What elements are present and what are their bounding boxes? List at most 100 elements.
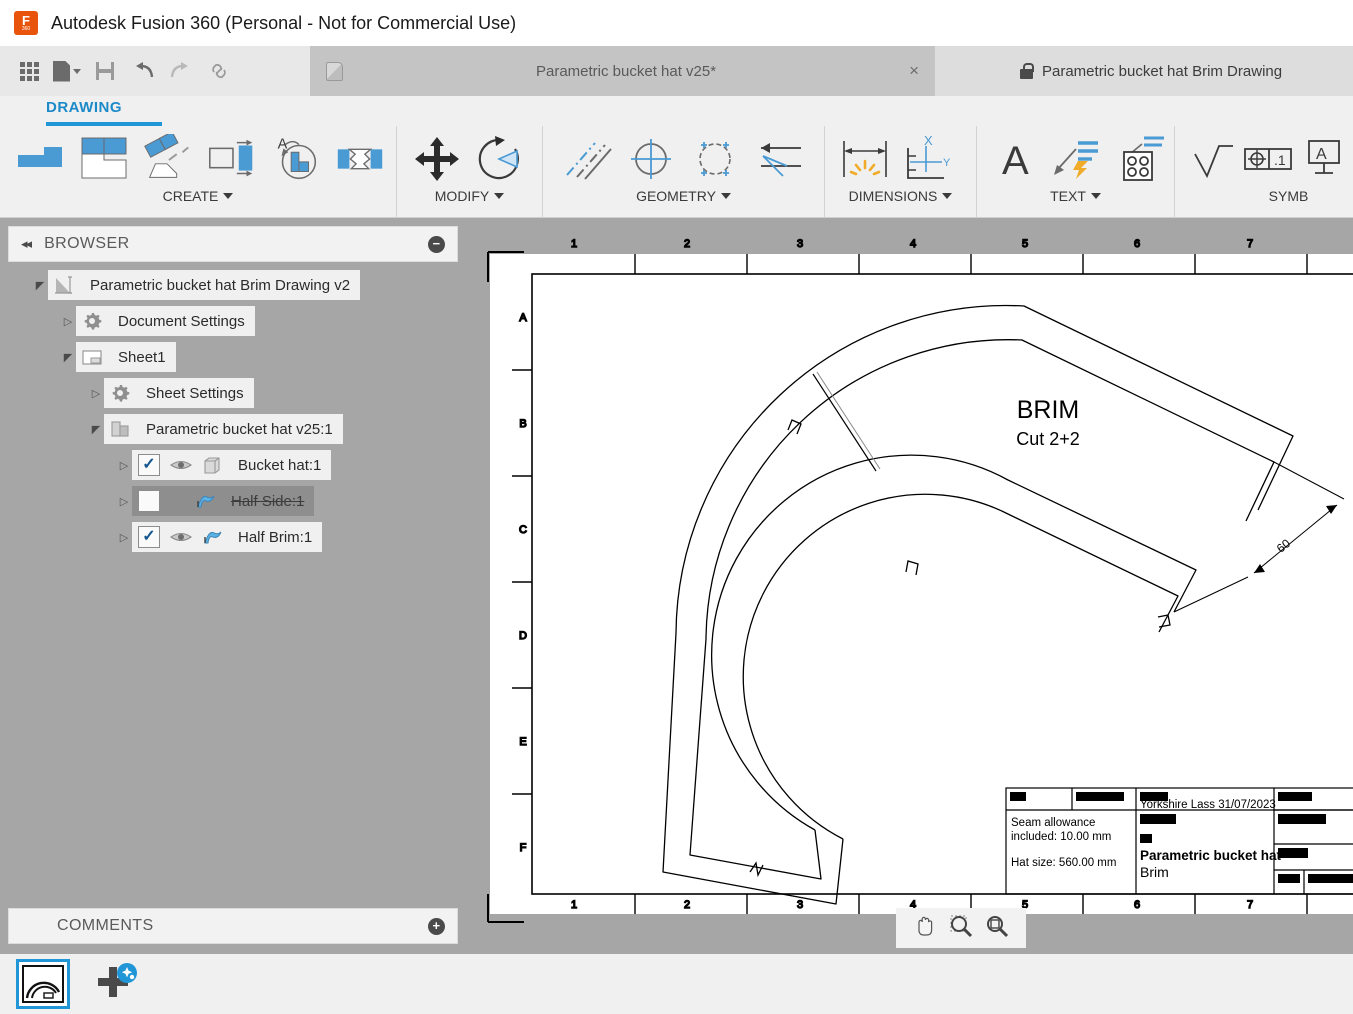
rotate-icon[interactable] [471,131,527,187]
center-mark-icon[interactable] [623,131,679,187]
bolt-circle-centermark-icon[interactable] [687,131,743,187]
leader-text-icon[interactable] [1048,131,1104,187]
expand-arrow-closed-icon[interactable]: ▷ [60,315,76,328]
svg-text:3: 3 [797,238,803,250]
feature-control-frame-icon[interactable]: .1 [1241,131,1297,187]
drawing-sheet-svg: 1 2 3 4 5 6 7 1 2 3 4 5 6 7 [468,222,1353,954]
tree-item-label: Parametric bucket hat Brim Drawing v2 [80,277,360,294]
expand-arrow-open-icon[interactable]: ◤ [60,351,76,364]
app-grid-icon[interactable] [12,54,46,88]
visibility-checkbox[interactable]: ✓ [138,454,160,476]
new-document-icon[interactable] [50,54,84,88]
view-sublabel: Cut 2+2 [1016,429,1080,449]
detail-view-icon[interactable]: A [268,131,324,187]
chevron-down-icon[interactable] [942,193,952,199]
tab-label: Parametric bucket hat Brim Drawing [1042,63,1282,80]
undo-icon[interactable] [126,54,160,88]
tab-brim-drawing[interactable]: Parametric bucket hat Brim Drawing [935,46,1353,96]
tree-item-label: Sheet Settings [136,385,254,402]
svg-text:6: 6 [1134,238,1140,250]
share-link-icon[interactable] [202,54,236,88]
chevron-down-icon[interactable] [1091,193,1101,199]
dimension-icon[interactable] [837,131,893,187]
eye-icon[interactable] [169,458,193,472]
move-icon[interactable] [409,131,465,187]
save-icon[interactable] [88,54,122,88]
centerline-icon[interactable] [559,131,615,187]
table-icon[interactable] [1110,131,1166,187]
redo-icon[interactable] [164,54,198,88]
text-icon[interactable]: A [989,131,1042,187]
tree-item-label: Half Brim:1 [228,529,322,546]
expand-arrow-closed-icon[interactable]: ▷ [116,459,132,472]
svg-text:A: A [1002,139,1029,182]
expand-arrow-open-icon[interactable]: ◤ [88,423,104,436]
drawing-icon [53,274,75,296]
circle-plus-icon[interactable]: + [428,918,445,935]
close-icon[interactable]: × [909,61,919,81]
ribbon-panel-modify-label: MODIFY [397,188,542,204]
tree-item-label: Bucket hat:1 [228,457,331,474]
tree-item-document-settings[interactable]: ▷ Document Settings [8,306,458,336]
datum-icon[interactable]: A [1301,131,1344,187]
svg-text:D: D [519,630,527,642]
svg-text:7: 7 [1247,899,1253,911]
view-label: BRIM [1017,396,1080,424]
collapse-left-icon[interactable]: ◂◂ [21,236,30,252]
chevron-down-icon[interactable] [494,193,504,199]
base-view-icon[interactable] [12,131,68,187]
ribbon-panel-dimensions-label: DIMENSIONS [825,188,976,204]
svg-text:2: 2 [684,238,690,250]
visibility-checkbox[interactable]: ✓ [138,526,160,548]
circle-minus-icon[interactable]: − [428,236,445,253]
ribbon-tab-drawing[interactable]: DRAWING [46,99,122,116]
expand-arrow-closed-icon[interactable]: ▷ [116,531,132,544]
tree-item-component-v25[interactable]: ◤ Parametric bucket hat v25:1 [8,414,458,444]
eye-icon[interactable] [169,530,193,544]
tab-parametric-bucket-hat[interactable]: Parametric bucket hat v25* × [310,46,935,96]
tree-item-half-brim[interactable]: ▷ ✓ Half Brim:1 [8,522,458,552]
zoom-window-icon[interactable] [948,913,974,944]
ribbon-panel-symbols-label: SYMB [1175,188,1352,204]
projected-view-icon[interactable] [76,131,132,187]
drawing-thumbnail-icon[interactable] [16,959,70,1009]
svg-text:A: A [519,312,527,324]
chevron-down-icon[interactable] [223,193,233,199]
svg-text:6: 6 [1134,899,1140,911]
window-title: Autodesk Fusion 360 (Personal - Not for … [51,13,516,34]
ribbon-panel-dimensions: X Y DIMENSIONS [824,126,976,218]
tree-item-sheet1[interactable]: ◤ Sheet1 [8,342,458,372]
visibility-checkbox[interactable]: ✓ [138,490,160,512]
edge-extension-icon[interactable] [751,131,807,187]
ordinate-dimension-icon[interactable]: X Y [899,131,955,187]
tree-item-label: Sheet1 [108,349,176,366]
ribbon-panels: A CREATE [0,126,1352,218]
comments-title: COMMENTS [21,917,154,935]
ribbon-panel-symbols: .1 A SYMB [1174,126,1352,218]
browser-header[interactable]: ◂◂ BROWSER − [8,226,458,262]
expand-arrow-closed-icon[interactable]: ▷ [88,387,104,400]
drawing-canvas[interactable]: 1 2 3 4 5 6 7 1 2 3 4 5 6 7 [468,222,1353,954]
surface-icon [201,526,223,548]
tree-item-bucket-hat[interactable]: ▷ ✓ Bucket hat:1 [8,450,458,480]
break-view-icon[interactable] [332,131,388,187]
expand-arrow-closed-icon[interactable]: ▷ [116,495,132,508]
pan-hand-icon[interactable] [912,913,938,944]
svg-text:Y: Y [943,157,951,169]
section-view-icon[interactable] [204,131,260,187]
tab-label: Parametric bucket hat v25* [352,63,900,80]
cube-icon [326,62,343,81]
zoom-fit-icon[interactable] [984,913,1010,944]
tree-item-sheet-settings[interactable]: ▷ Sheet Settings [8,378,458,408]
ribbon-panel-text-label: TEXT [977,188,1174,204]
add-design-icon[interactable] [92,961,138,1007]
chevron-down-icon[interactable] [721,193,731,199]
auxiliary-view-icon[interactable] [140,131,196,187]
tree-item-brim-drawing[interactable]: ◤ Parametric bucket hat Brim Drawing v2 [8,270,458,300]
tree-item-label: Parametric bucket hat v25:1 [136,421,343,438]
expand-arrow-open-icon[interactable]: ◤ [32,279,48,292]
tree-item-half-side[interactable]: ▷ ✓ Half Side:1 [8,486,458,516]
surface-icon [194,490,216,512]
surface-texture-icon[interactable] [1189,131,1237,187]
comments-panel-header[interactable]: COMMENTS + [8,908,458,944]
